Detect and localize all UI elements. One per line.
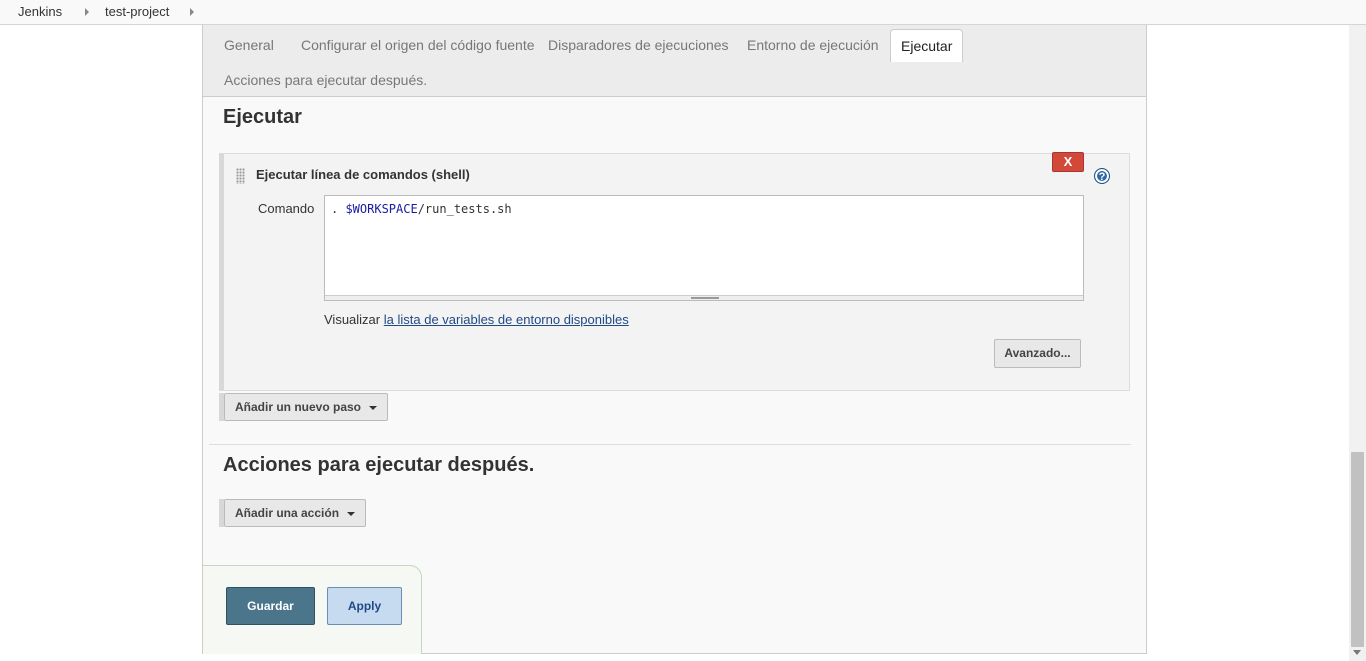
save-button[interactable]: Guardar bbox=[226, 587, 315, 625]
scroll-down-arrow-icon[interactable] bbox=[1353, 650, 1361, 655]
tab-triggers[interactable]: Disparadores de ejecuciones bbox=[548, 37, 729, 53]
tab-general[interactable]: General bbox=[224, 37, 274, 53]
tab-environment[interactable]: Entorno de ejecución bbox=[747, 37, 879, 53]
section-title-build: Ejecutar bbox=[223, 106, 302, 128]
help-icon[interactable]: ? bbox=[1094, 168, 1110, 184]
caret-down-icon bbox=[369, 405, 378, 410]
chevron-right-icon[interactable] bbox=[190, 8, 194, 16]
config-panel: General Configurar el origen del código … bbox=[202, 25, 1147, 654]
apply-button[interactable]: Apply bbox=[327, 587, 402, 625]
breadcrumb-jenkins[interactable]: Jenkins bbox=[18, 4, 62, 19]
build-step-title: Ejecutar línea de comandos (shell) bbox=[256, 167, 470, 182]
env-vars-link[interactable]: la lista de variables de entorno disponi… bbox=[384, 312, 629, 327]
textarea-resize-handle[interactable] bbox=[325, 295, 1083, 300]
section-divider bbox=[209, 444, 1131, 445]
delete-step-button[interactable]: X bbox=[1052, 152, 1084, 172]
command-text: . $WORKSPACE/run_tests.sh bbox=[331, 202, 512, 216]
tab-scm[interactable]: Configurar el origen del código fuente bbox=[301, 37, 535, 53]
breadcrumb-test-project[interactable]: test-project bbox=[105, 4, 169, 19]
chevron-right-icon[interactable] bbox=[85, 8, 89, 16]
advanced-button[interactable]: Avanzado... bbox=[994, 339, 1081, 368]
add-action-wrap: Añadir una acción bbox=[219, 499, 367, 527]
breadcrumb: Jenkins test-project bbox=[0, 0, 1366, 25]
add-post-build-action-button[interactable]: Añadir una acción bbox=[224, 499, 367, 527]
add-step-wrap: Añadir un nuevo paso bbox=[219, 393, 389, 421]
vertical-scrollbar[interactable] bbox=[1349, 25, 1366, 661]
config-tabs: General Configurar el origen del código … bbox=[203, 25, 1146, 97]
tab-build[interactable]: Ejecutar bbox=[890, 29, 964, 62]
env-vars-hint: Visualizar la lista de variables de ento… bbox=[324, 312, 629, 327]
build-step-shell: Ejecutar línea de comandos (shell) X ? C… bbox=[219, 152, 1130, 391]
tab-post-build[interactable]: Acciones para ejecutar después. bbox=[224, 72, 427, 88]
add-build-step-button[interactable]: Añadir un nuevo paso bbox=[224, 393, 389, 421]
command-label: Comando bbox=[258, 201, 315, 216]
grip-icon bbox=[691, 297, 719, 299]
save-bar: Guardar Apply bbox=[203, 565, 422, 654]
caret-down-icon bbox=[347, 511, 356, 516]
scrollbar-thumb[interactable] bbox=[1351, 452, 1364, 647]
section-title-post-build: Acciones para ejecutar después. bbox=[223, 454, 535, 476]
drag-handle-icon[interactable] bbox=[236, 168, 245, 184]
command-textarea[interactable]: . $WORKSPACE/run_tests.sh bbox=[324, 195, 1084, 301]
